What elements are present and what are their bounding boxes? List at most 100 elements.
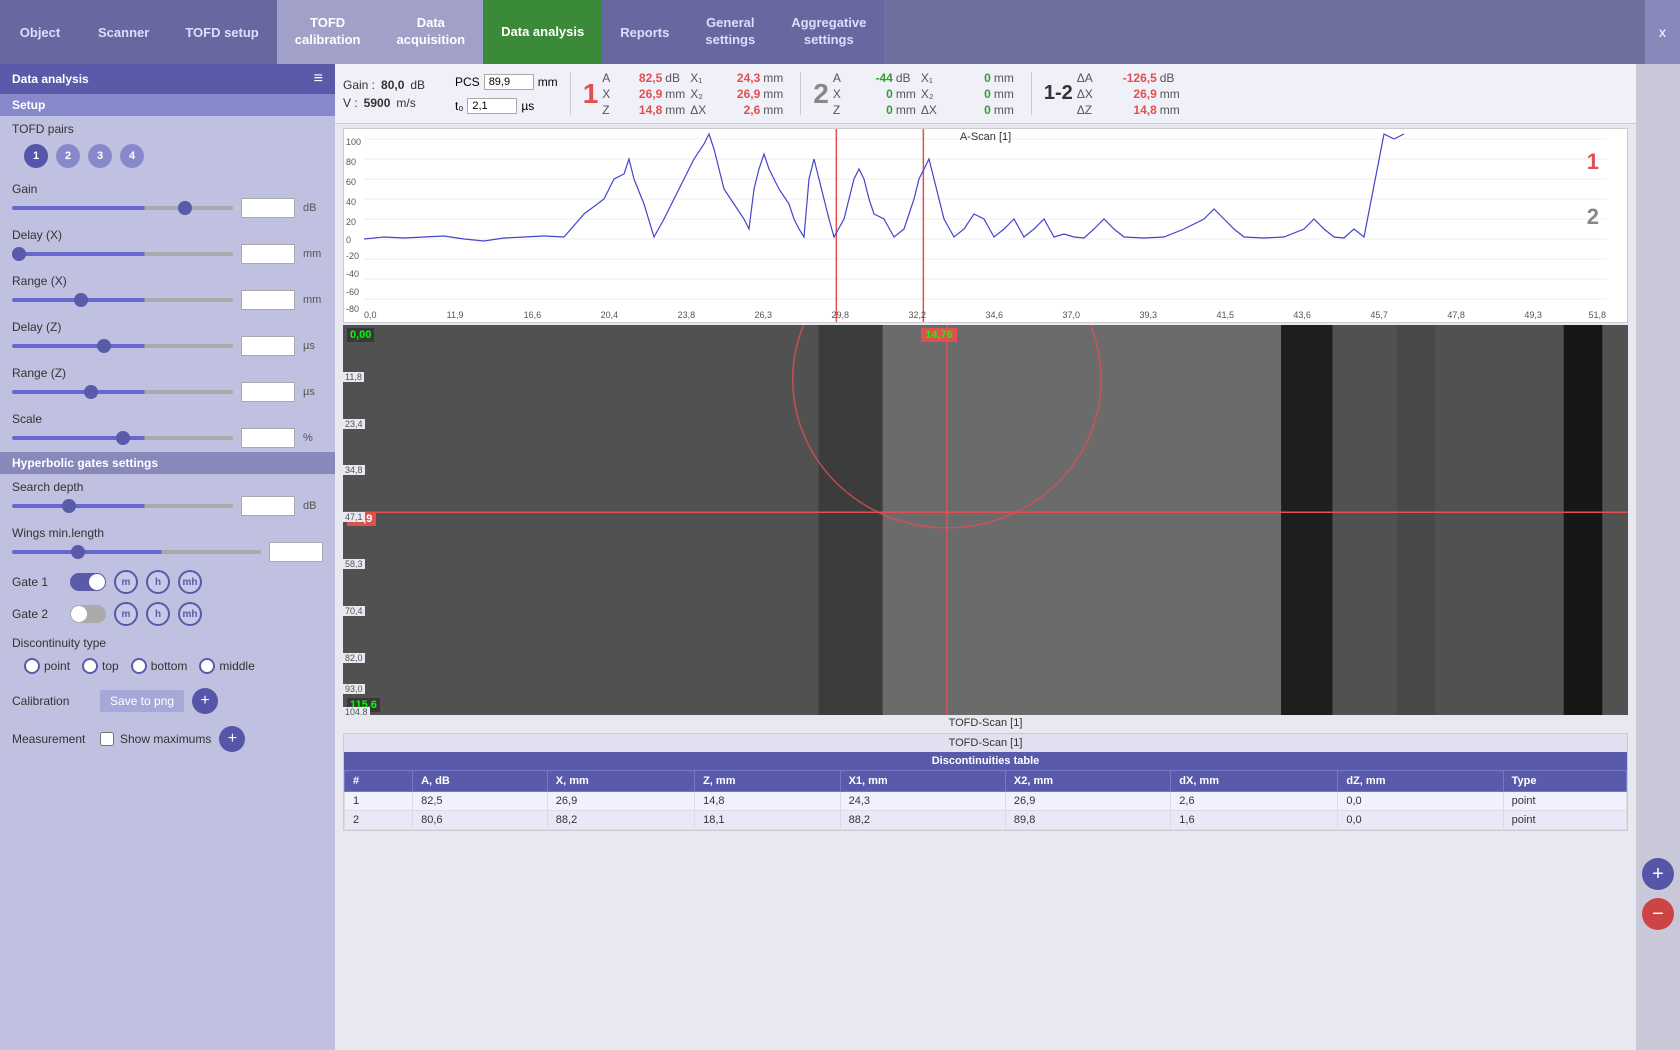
scale-row: Scale 100 % <box>0 406 335 452</box>
measurement-row: Measurement Show maximums + <box>0 720 335 758</box>
disc-table-title: Discontinuities table <box>344 752 1627 770</box>
col-z: Z, mm <box>695 771 841 792</box>
nav-data-acquisition[interactable]: Dataacquisition <box>379 0 484 64</box>
disc-table-container: TOFD-Scan [1] Discontinuities table # A,… <box>343 733 1628 831</box>
delay-z-slider[interactable] <box>12 344 233 348</box>
range-z-row: Range (Z) 35 µs <box>0 360 335 406</box>
calibration-row: Calibration Save to png + <box>0 682 335 720</box>
gate1-m-btn[interactable]: m <box>114 570 138 594</box>
disc-middle[interactable]: middle <box>199 658 254 674</box>
tofd-pair-2[interactable]: 2 <box>56 144 80 168</box>
table-row[interactable]: 182,526,914,824,326,92,60,0point <box>345 792 1627 811</box>
disc-table: # A, dB X, mm Z, mm X1, mm X2, mm dX, mm… <box>344 770 1627 830</box>
nav-reports[interactable]: Reports <box>602 0 687 64</box>
scale-slider[interactable] <box>12 436 233 440</box>
tofd-scan-container[interactable]: 0,00 14,76 26,9 115,6 11,8 23,4 34,8 47,… <box>343 325 1628 715</box>
disc-middle-radio[interactable] <box>199 658 215 674</box>
disc-bottom-radio[interactable] <box>131 658 147 674</box>
range-z-input[interactable]: 35 <box>241 382 295 402</box>
nav-general-settings[interactable]: Generalsettings <box>687 0 773 64</box>
wings-slider[interactable] <box>12 550 261 554</box>
wings-row: Wings min.length 5 <box>0 520 335 566</box>
gate2-h-btn[interactable]: h <box>146 602 170 626</box>
disc-bottom[interactable]: bottom <box>131 658 188 674</box>
cursor1-number: 1 <box>583 78 599 110</box>
delay-x-input[interactable]: 0 <box>241 244 295 264</box>
gate1-toggle[interactable] <box>70 573 106 591</box>
sidebar-menu-icon[interactable]: ≡ <box>314 70 323 88</box>
charts-area: A-Scan [1] 100 80 60 40 20 0 -20 -40 -60… <box>335 124 1636 1050</box>
col-num: # <box>345 771 413 792</box>
cursor1-panel: 1 A 82,5 dB X₁ 24,3 mm X 26,9 mm X₂ 26,9… <box>583 68 789 119</box>
hyperbolic-section-title: Hyperbolic gates settings <box>0 452 335 474</box>
diff-panel: 1-2 ΔA -126,5 dB ΔX 26,9 mm ΔZ 14,8 mm <box>1044 68 1185 119</box>
disc-type-section: Discontinuity type point top bottom midd… <box>0 630 335 682</box>
ascan-cursor2-label: 2 <box>1587 204 1599 230</box>
gate2-m-btn[interactable]: m <box>114 602 138 626</box>
table-row[interactable]: 280,688,218,188,289,81,60,0point <box>345 811 1627 830</box>
search-depth-input[interactable]: 12 <box>241 496 295 516</box>
search-depth-row: Search depth 12 dB <box>0 474 335 520</box>
gate2-toggle[interactable] <box>70 605 106 623</box>
table-section-title: TOFD-Scan [1] <box>344 734 1627 752</box>
col-a: A, dB <box>413 771 548 792</box>
disc-top-radio[interactable] <box>82 658 98 674</box>
show-maximums-checkbox-item[interactable]: Show maximums <box>100 732 211 746</box>
tofd-pairs-row: 1 2 3 4 <box>12 138 323 174</box>
show-maximums-checkbox[interactable] <box>100 732 114 746</box>
ascan-svg <box>364 129 1607 322</box>
disc-top[interactable]: top <box>82 658 119 674</box>
delay-x-slider[interactable] <box>12 252 233 256</box>
ascan-container[interactable]: A-Scan [1] 100 80 60 40 20 0 -20 -40 -60… <box>343 128 1628 323</box>
cursor2-panel: 2 A -44 dB X₁ 0 mm X 0 mm X₂ 0 mm Z 0 m <box>813 68 1019 119</box>
diff-label: 1-2 <box>1044 82 1073 105</box>
nav-aggregative-settings[interactable]: Aggregativesettings <box>773 0 884 64</box>
setup-section: Setup <box>0 94 335 116</box>
gain-input[interactable]: 80 <box>241 198 295 218</box>
disc-point-radio[interactable] <box>24 658 40 674</box>
gain-row: Gain 80 dB <box>0 176 335 222</box>
pcs-input[interactable] <box>484 74 534 90</box>
delay-z-row: Delay (Z) 41 µs <box>0 314 335 360</box>
pcs-tc-panel: PCS mm t₀ µs <box>455 68 558 119</box>
nav-tofd-calibration[interactable]: TOFDcalibration <box>277 0 379 64</box>
right-add-button[interactable]: + <box>1642 858 1674 890</box>
tofd-pair-1[interactable]: 1 <box>24 144 48 168</box>
save-to-png-button[interactable]: Save to png <box>100 690 184 712</box>
nav-tofd-setup[interactable]: TOFD setup <box>167 0 276 64</box>
range-x-input[interactable]: 116 <box>241 290 295 310</box>
delay-x-row: Delay (X) 0 mm <box>0 222 335 268</box>
ascan-title: A-Scan [1] <box>960 131 1011 143</box>
gate1-row: Gate 1 m h mh <box>0 566 335 598</box>
col-dz: dZ, mm <box>1338 771 1503 792</box>
tc-input[interactable] <box>467 98 517 114</box>
nav-object[interactable]: Object <box>0 0 80 64</box>
right-sub-button[interactable]: − <box>1642 898 1674 930</box>
right-side-buttons: + − <box>1636 64 1680 1050</box>
delay-z-input[interactable]: 41 <box>241 336 295 356</box>
range-z-slider[interactable] <box>12 390 233 394</box>
sidebar-title: Data analysis <box>12 72 89 86</box>
measurement-add-button[interactable]: + <box>219 726 245 752</box>
top-nav: Object Scanner TOFD setup TOFDcalibratio… <box>0 0 1680 64</box>
gate2-mh-btn[interactable]: mh <box>178 602 202 626</box>
wings-input[interactable]: 5 <box>269 542 323 562</box>
nav-scanner[interactable]: Scanner <box>80 0 167 64</box>
calibration-add-button[interactable]: + <box>192 688 218 714</box>
range-x-slider[interactable] <box>12 298 233 302</box>
search-depth-slider[interactable] <box>12 504 233 508</box>
divider-1 <box>570 72 571 115</box>
divider-2 <box>800 72 801 115</box>
close-button[interactable]: x <box>1645 0 1680 64</box>
scale-input[interactable]: 100 <box>241 428 295 448</box>
gate1-mh-btn[interactable]: mh <box>178 570 202 594</box>
tofd-pair-4[interactable]: 4 <box>120 144 144 168</box>
disc-point[interactable]: point <box>24 658 70 674</box>
sidebar-header: Data analysis ≡ <box>0 64 335 94</box>
gate1-h-btn[interactable]: h <box>146 570 170 594</box>
col-x1: X1, mm <box>840 771 1005 792</box>
tofd-pair-3[interactable]: 3 <box>88 144 112 168</box>
nav-data-analysis[interactable]: Data analysis <box>483 0 602 64</box>
cursor2-number: 2 <box>813 78 829 110</box>
gain-slider[interactable] <box>12 206 233 210</box>
